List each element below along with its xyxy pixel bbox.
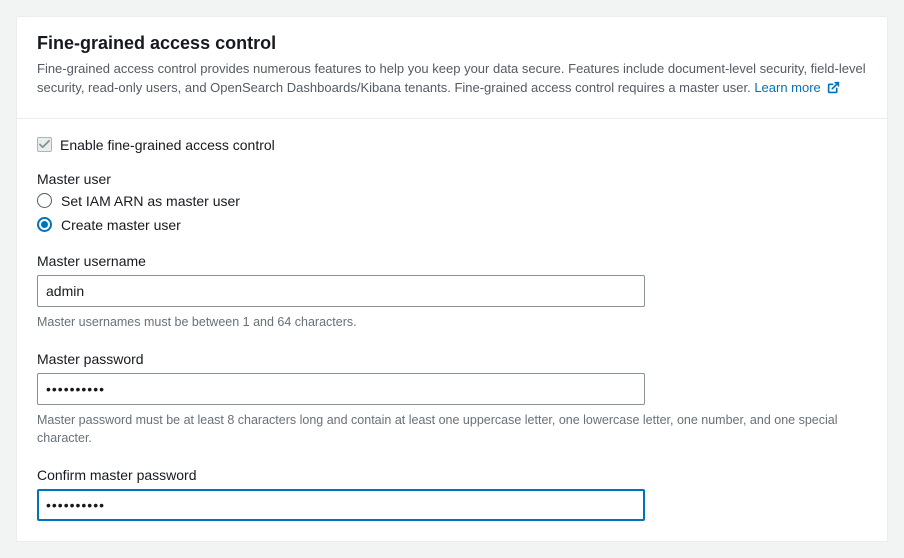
panel-description-text: Fine-grained access control provides num… (37, 61, 866, 95)
confirm-password-input[interactable] (37, 489, 645, 521)
panel-header: Fine-grained access control Fine-grained… (17, 17, 887, 119)
enable-fgac-checkbox-row: Enable fine-grained access control (37, 137, 867, 153)
learn-more-label: Learn more (754, 80, 820, 95)
master-username-field-group: Master username Master usernames must be… (37, 253, 867, 331)
panel-body: Enable fine-grained access control Maste… (17, 119, 887, 541)
master-password-field-group: Master password Master password must be … (37, 351, 867, 447)
confirm-password-label: Confirm master password (37, 467, 867, 483)
panel-description: Fine-grained access control provides num… (37, 60, 867, 100)
master-username-input[interactable] (37, 275, 645, 307)
master-username-label: Master username (37, 253, 867, 269)
master-username-hint: Master usernames must be between 1 and 6… (37, 313, 867, 331)
master-password-label: Master password (37, 351, 867, 367)
radio-iam-arn-label: Set IAM ARN as master user (61, 193, 240, 209)
master-password-hint: Master password must be at least 8 chara… (37, 411, 867, 447)
external-link-icon (827, 81, 840, 100)
radio-iam-arn-row[interactable]: Set IAM ARN as master user (37, 193, 867, 209)
radio-selected-dot (41, 221, 48, 228)
radio-iam-arn[interactable] (37, 193, 52, 208)
master-user-section-label: Master user (37, 171, 867, 187)
enable-fgac-checkbox[interactable] (37, 137, 52, 152)
radio-create-master-label: Create master user (61, 217, 181, 233)
master-user-radio-group: Set IAM ARN as master user Create master… (37, 193, 867, 233)
check-icon (39, 140, 50, 149)
learn-more-link[interactable]: Learn more (754, 80, 840, 95)
radio-create-master[interactable] (37, 217, 52, 232)
panel-title: Fine-grained access control (37, 33, 867, 54)
fine-grained-access-panel: Fine-grained access control Fine-grained… (16, 16, 888, 542)
confirm-password-field-group: Confirm master password (37, 467, 867, 521)
master-password-input[interactable] (37, 373, 645, 405)
enable-fgac-label: Enable fine-grained access control (60, 137, 275, 153)
radio-create-master-row[interactable]: Create master user (37, 217, 867, 233)
